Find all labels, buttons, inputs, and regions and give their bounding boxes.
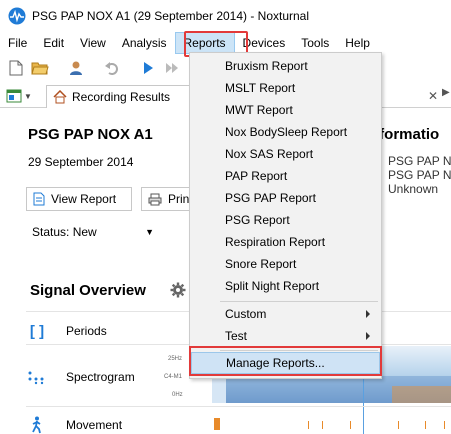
chevron-right-icon[interactable]: ▶	[442, 87, 451, 105]
window-icon	[6, 89, 22, 103]
menu-item-split-night-report[interactable]: Split Night Report	[191, 275, 380, 297]
movement-label: Movement	[66, 418, 123, 432]
submenu-arrow-icon	[366, 310, 370, 318]
open-folder-icon[interactable]	[30, 58, 50, 78]
submenu-arrow-icon	[366, 332, 370, 340]
info-line: Unknown	[388, 182, 439, 196]
periods-label: Periods	[66, 324, 107, 338]
menu-item-custom[interactable]: Custom	[191, 303, 380, 325]
menu-item-nox-bodysleep-report[interactable]: Nox BodySleep Report	[191, 121, 380, 143]
custom-label: Custom	[225, 307, 267, 321]
home-icon	[53, 90, 67, 104]
manage-reports-highlight	[189, 346, 382, 376]
chevron-down-icon: ▼	[24, 91, 32, 101]
noxturnal-logo-icon	[8, 7, 26, 25]
menu-item-mwt-report[interactable]: MWT Report	[191, 99, 380, 121]
tab-recording-results[interactable]: Recording Results	[46, 85, 196, 108]
divider	[26, 406, 451, 407]
walking-person-icon	[32, 416, 41, 434]
menu-tools[interactable]: Tools	[293, 32, 337, 54]
recording-date: 29 September 2014	[28, 155, 134, 169]
bracket-icon: [ ]	[29, 322, 45, 340]
menu-item-pap-report[interactable]: PAP Report	[191, 165, 380, 187]
menu-item-psg-report[interactable]: PSG Report	[191, 209, 380, 231]
menu-edit[interactable]: Edit	[35, 32, 72, 54]
movement-row[interactable]: Movement	[26, 416, 451, 434]
dots-icon	[28, 371, 44, 385]
menu-item-test[interactable]: Test	[191, 325, 380, 347]
info-line: PSG PAP NO	[388, 168, 451, 182]
menu-analysis[interactable]: Analysis	[114, 32, 175, 54]
menu-separator	[220, 301, 378, 302]
movement-marker	[214, 418, 220, 430]
status-dropdown[interactable]: Status: New ▼	[26, 221, 160, 243]
tab-label: Recording Results	[72, 90, 171, 104]
signal-overview-title: Signal Overview	[30, 282, 146, 299]
status-value: Status: New	[32, 225, 97, 239]
undo-icon[interactable]	[102, 58, 122, 78]
new-document-icon[interactable]	[6, 58, 26, 78]
movement-marker	[444, 421, 445, 429]
menu-view[interactable]: View	[72, 32, 114, 54]
close-icon[interactable]: ✕	[424, 87, 442, 105]
spectrogram-label: Spectrogram	[66, 370, 135, 384]
menu-item-mslt-report[interactable]: MSLT Report	[191, 77, 380, 99]
movement-marker	[398, 421, 399, 429]
movement-marker	[350, 421, 351, 429]
view-report-button[interactable]: View Report	[26, 187, 132, 211]
document-icon	[33, 192, 45, 206]
movement-marker	[425, 421, 426, 429]
play-icon[interactable]	[138, 58, 158, 78]
axis-tick-top: 25Hz	[168, 356, 183, 362]
user-icon[interactable]	[66, 58, 86, 78]
menu-item-bruxism-report[interactable]: Bruxism Report	[191, 55, 380, 77]
movement-marker	[308, 421, 309, 429]
movement-marker	[322, 421, 323, 429]
fast-forward-icon[interactable]	[162, 58, 182, 78]
reports-dropdown-menu: Bruxism Report MSLT Report MWT Report No…	[189, 52, 382, 379]
view-report-label: View Report	[51, 192, 117, 206]
menu-item-snore-report[interactable]: Snore Report	[191, 253, 380, 275]
printer-icon	[148, 193, 162, 205]
menu-item-nox-sas-report[interactable]: Nox SAS Report	[191, 143, 380, 165]
menu-item-respiration-report[interactable]: Respiration Report	[191, 231, 380, 253]
menu-file[interactable]: File	[0, 32, 35, 54]
test-label: Test	[225, 329, 248, 343]
axis-tick-channel: C4-M1	[164, 374, 183, 380]
menu-item-psg-pap-report[interactable]: PSG PAP Report	[191, 187, 380, 209]
menu-help[interactable]: Help	[337, 32, 378, 54]
window-title: PSG PAP NOX A1 (29 September 2014) - Nox…	[32, 9, 310, 23]
new-tab-button[interactable]: ▼	[6, 86, 38, 106]
recording-title: PSG PAP NOX A1	[28, 126, 153, 143]
info-line: PSG PAP NO	[388, 154, 451, 168]
gear-icon[interactable]	[170, 282, 186, 298]
title-bar: PSG PAP NOX A1 (29 September 2014) - Nox…	[0, 0, 451, 32]
axis-tick-bottom: 0Hz	[172, 392, 183, 398]
chevron-down-icon: ▼	[145, 227, 154, 237]
